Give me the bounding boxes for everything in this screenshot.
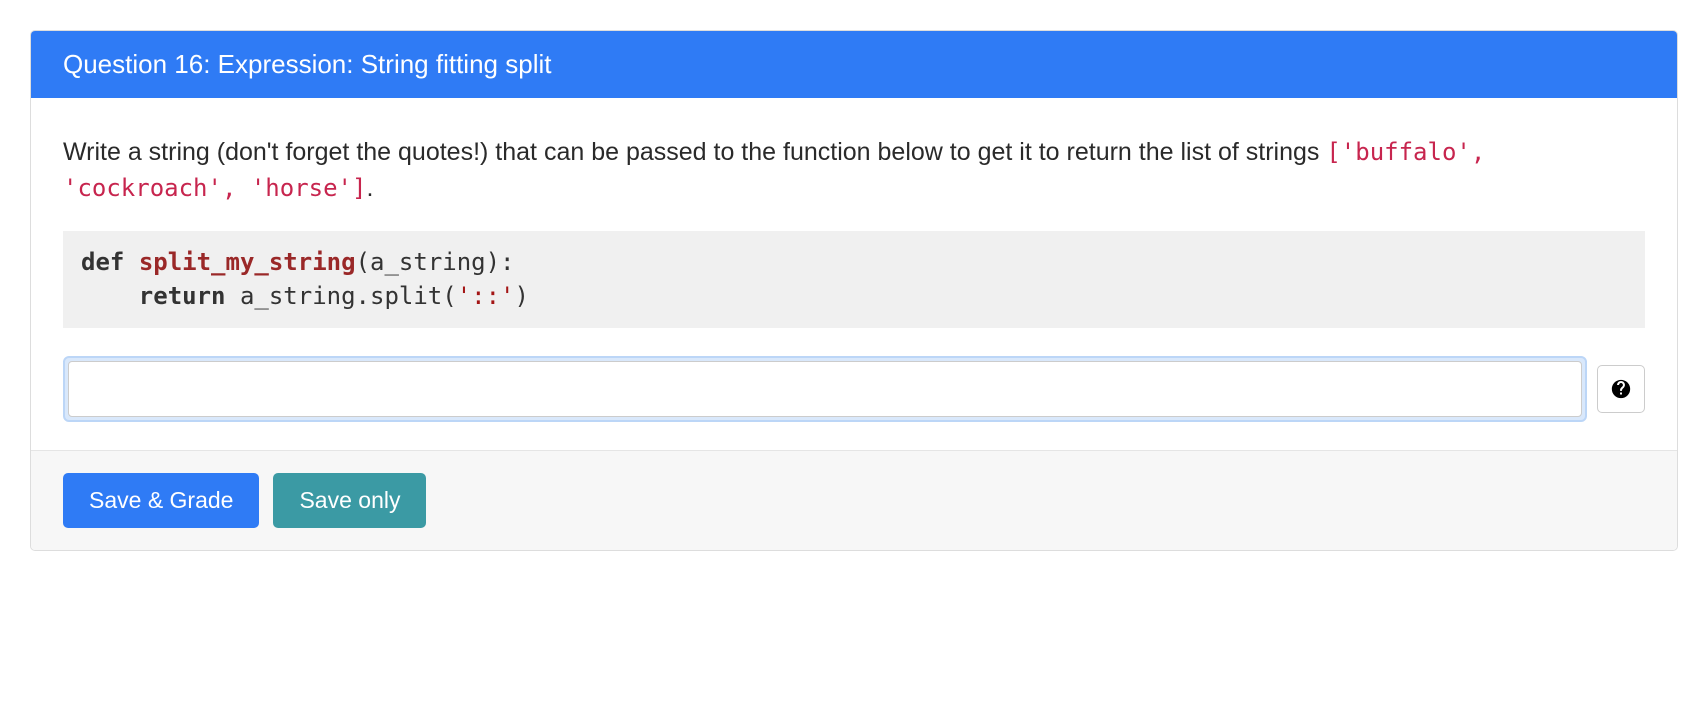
close-sig: ):: [486, 248, 515, 276]
answer-input[interactable]: [68, 361, 1582, 417]
save-grade-button[interactable]: Save & Grade: [63, 473, 259, 528]
kw-def: def: [81, 248, 124, 276]
answer-input-wrap: [63, 356, 1587, 422]
question-title: Question 16: Expression: String fitting …: [63, 49, 551, 79]
panel-body: Write a string (don't forget the quotes!…: [31, 98, 1677, 450]
help-circle-icon: [1610, 378, 1632, 400]
expr-suffix: ): [514, 282, 528, 310]
kw-return: return: [139, 282, 226, 310]
panel-header: Question 16: Expression: String fitting …: [31, 31, 1677, 98]
prompt-intro: Write a string (don't forget the quotes!…: [63, 138, 1326, 166]
indent: [81, 282, 139, 310]
fn-name: split_my_string: [139, 248, 356, 276]
help-button[interactable]: [1597, 365, 1645, 413]
panel-footer: Save & Grade Save only: [31, 450, 1677, 550]
code-block: def split_my_string(a_string): return a_…: [63, 231, 1645, 329]
save-only-button[interactable]: Save only: [273, 473, 426, 528]
param: a_string: [370, 248, 486, 276]
open-paren: (: [356, 248, 370, 276]
prompt-after: .: [366, 174, 373, 202]
answer-row: [63, 356, 1645, 422]
str-arg: '::': [457, 282, 515, 310]
prompt-text: Write a string (don't forget the quotes!…: [63, 134, 1645, 207]
question-panel: Question 16: Expression: String fitting …: [30, 30, 1678, 551]
expr-prefix: a_string.split(: [226, 282, 457, 310]
